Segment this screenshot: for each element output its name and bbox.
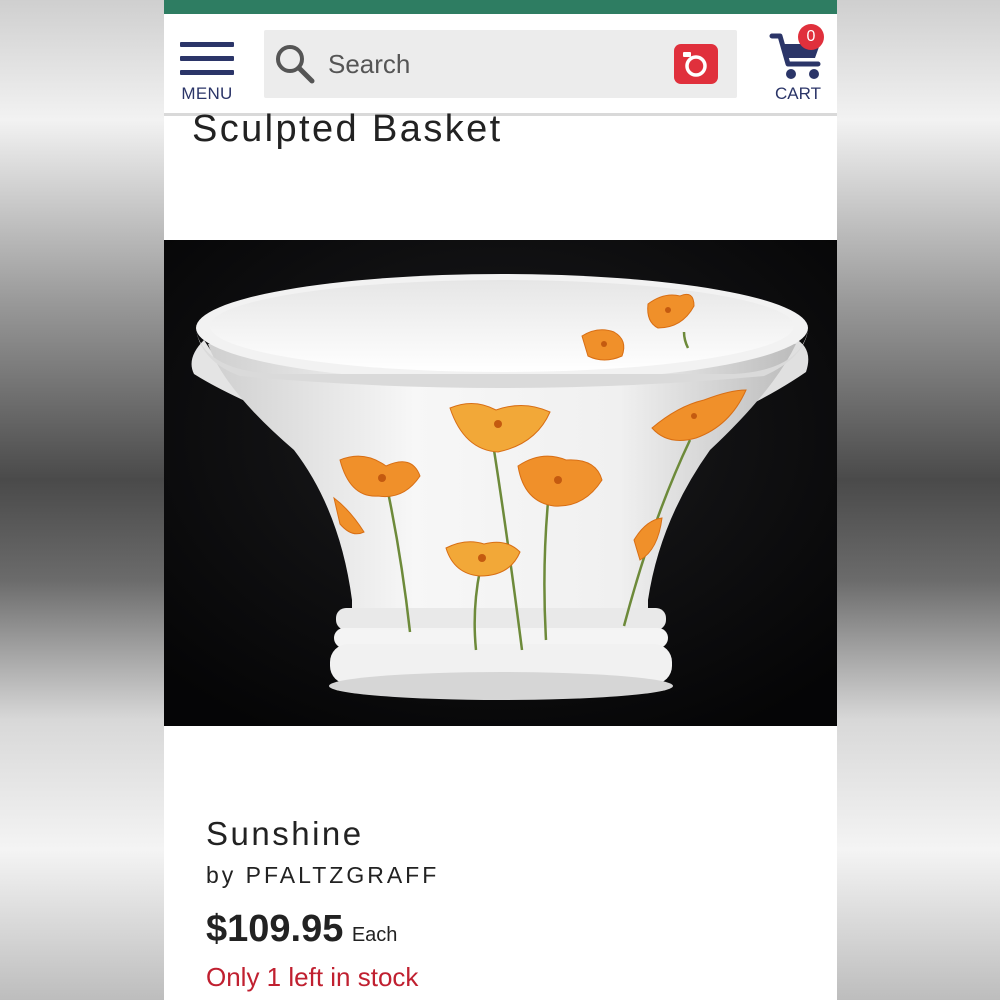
cart-label: CART	[775, 84, 821, 103]
price-unit: Each	[351, 924, 398, 946]
hamburger-menu-icon	[180, 42, 234, 47]
pattern-name: Sunshine	[206, 815, 364, 852]
mobile-page: MENU 0 CART	[164, 0, 837, 1000]
search-input[interactable]	[328, 46, 648, 82]
price-row: $109.95 Each	[206, 908, 397, 956]
product-image[interactable]	[164, 240, 837, 726]
search-bar[interactable]	[264, 30, 737, 98]
camera-search-button[interactable]	[674, 44, 718, 84]
stock-status: Only 1 left in stock	[206, 962, 419, 992]
menu-label: MENU	[181, 84, 233, 103]
product-title: Sculpted Basket	[192, 108, 503, 150]
menu-button[interactable]: MENU	[178, 40, 236, 106]
brand-name[interactable]: by PFALTZGRAFF	[206, 862, 439, 889]
camera-icon	[683, 52, 707, 77]
top-accent-bar	[164, 0, 837, 14]
cart-count-badge: 0	[798, 24, 824, 50]
cart-button[interactable]: 0 CART	[764, 22, 832, 110]
bowl-illustration	[164, 240, 837, 726]
search-icon[interactable]	[270, 40, 318, 88]
site-header: MENU 0 CART	[164, 14, 837, 116]
price: $109.95	[206, 908, 344, 950]
